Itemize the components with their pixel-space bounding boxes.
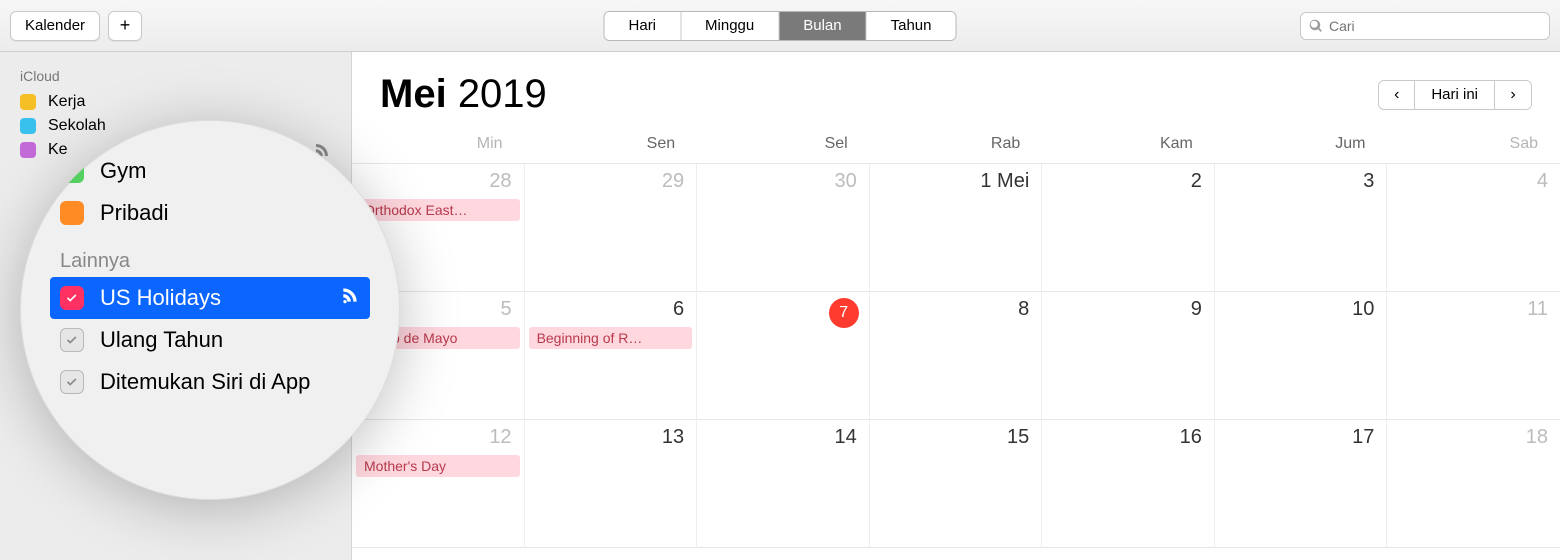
sidebar-item-label: Ulang Tahun [100,327,223,353]
weekday-label: Sab [1387,135,1560,153]
day-number: 2 [1042,170,1214,193]
sidebar-item-label: Sekolah [48,117,106,135]
day-number: 12 [352,426,524,449]
month-grid: 28Orthodox East…29301 Mei2345Cinco de Ma… [352,164,1560,548]
weekday-header: MinSenSelRabKamJumSab [352,123,1560,164]
day-number: 17 [1215,426,1387,449]
view-tab-tahun[interactable]: Tahun [867,12,956,40]
weekday-label: Min [352,135,525,153]
weekday-label: Jum [1215,135,1388,153]
day-cell[interactable]: 16 [1042,420,1215,548]
add-event-button[interactable]: + [108,11,142,41]
day-cell[interactable]: 1 Mei [870,164,1043,292]
sidebar-item-label: Ke [48,141,68,159]
sidebar-item-label: Ditemukan Siri di App [100,369,310,395]
day-number: 14 [697,426,869,449]
zoom-lens: Gym Pribadi Lainnya US Holidays Ulang Tahu… [20,120,400,500]
day-number: 6 [525,298,697,321]
search-field[interactable] [1300,12,1550,40]
weekday-label: Sel [697,135,870,153]
weekday-label: Rab [870,135,1043,153]
view-segmented-control: HariMingguBulanTahun [604,11,957,41]
weekday-label: Kam [1042,135,1215,153]
day-cell[interactable]: 7 [697,292,870,420]
prev-month-button[interactable]: ‹ [1379,81,1415,109]
checkbox-icon[interactable] [60,286,84,310]
search-icon [1309,19,1323,33]
day-cell[interactable]: 8 [870,292,1043,420]
day-number: 15 [870,426,1042,449]
day-number: 28 [352,170,524,193]
toolbar: Kalender + HariMingguBulanTahun [0,0,1560,52]
view-tab-hari[interactable]: Hari [605,12,682,40]
day-number: 4 [1387,170,1560,193]
day-number: 10 [1215,298,1387,321]
day-cell[interactable]: 9 [1042,292,1215,420]
day-number: 30 [697,170,869,193]
sidebar-item-label: Pribadi [100,200,168,226]
feed-icon [340,285,360,311]
day-number: 29 [525,170,697,193]
sidebar-item-label: Gym [100,158,146,184]
day-number: 11 [1387,298,1560,321]
month-title: Mei 2019 [380,72,547,117]
event-chip[interactable]: Orthodox East… [356,199,520,221]
day-cell[interactable]: 29 [525,164,698,292]
event-chip[interactable]: Beginning of R… [529,327,693,349]
sidebar-section-label: Lainnya [50,234,370,277]
sidebar-item[interactable]: Pribadi [50,192,370,234]
sidebar-item[interactable]: Ulang Tahun [50,319,370,361]
calendars-button[interactable]: Kalender [10,11,100,41]
sidebar-item-label: US Holidays [100,285,221,311]
checkbox-icon[interactable] [60,370,84,394]
day-cell[interactable]: 2 [1042,164,1215,292]
weekday-label: Sen [525,135,698,153]
sidebar-item[interactable]: Kerja [0,90,351,114]
sidebar-item[interactable]: US Holidays [50,277,370,319]
sidebar-item[interactable]: Ditemukan Siri di App [50,361,370,403]
calendar-color-swatch [60,201,84,225]
view-tab-bulan[interactable]: Bulan [779,12,866,40]
search-input[interactable] [1329,18,1541,34]
event-chip[interactable]: Mother's Day [356,455,520,477]
day-cell[interactable]: 18 [1387,420,1560,548]
day-cell[interactable]: 13 [525,420,698,548]
view-tab-minggu[interactable]: Minggu [681,12,779,40]
checkbox-icon[interactable] [60,328,84,352]
day-cell[interactable]: 14 [697,420,870,548]
day-number: 3 [1215,170,1387,193]
day-cell[interactable]: 30 [697,164,870,292]
calendar-area: Mei 2019 ‹ Hari ini › MinSenSelRabKamJum… [352,52,1560,560]
next-month-button[interactable]: › [1495,81,1531,109]
sidebar-group-label: iCloud [0,66,351,90]
day-cell[interactable]: 4 [1387,164,1560,292]
month-nav: ‹ Hari ini › [1378,80,1532,110]
sidebar-item[interactable]: Gym [50,150,370,192]
sidebar-item-label: Kerja [48,93,85,111]
today-badge: 7 [829,298,859,328]
day-cell[interactable]: 6 Beginning of R… [525,292,698,420]
day-number: 18 [1387,426,1560,449]
day-cell[interactable]: 15 [870,420,1043,548]
calendar-color-swatch [20,142,36,158]
day-cell[interactable]: 12 Mother's Day [352,420,525,548]
day-cell[interactable]: 17 [1215,420,1388,548]
day-cell[interactable]: 11 [1387,292,1560,420]
today-button[interactable]: Hari ini [1415,81,1495,109]
day-number: 8 [870,298,1042,321]
calendar-color-swatch [20,118,36,134]
day-number: 16 [1042,426,1214,449]
day-number: 13 [525,426,697,449]
day-number: 9 [1042,298,1214,321]
calendar-color-swatch [20,94,36,110]
day-number: 1 Mei [870,170,1042,193]
day-cell[interactable]: 10 [1215,292,1388,420]
day-cell[interactable]: 3 [1215,164,1388,292]
